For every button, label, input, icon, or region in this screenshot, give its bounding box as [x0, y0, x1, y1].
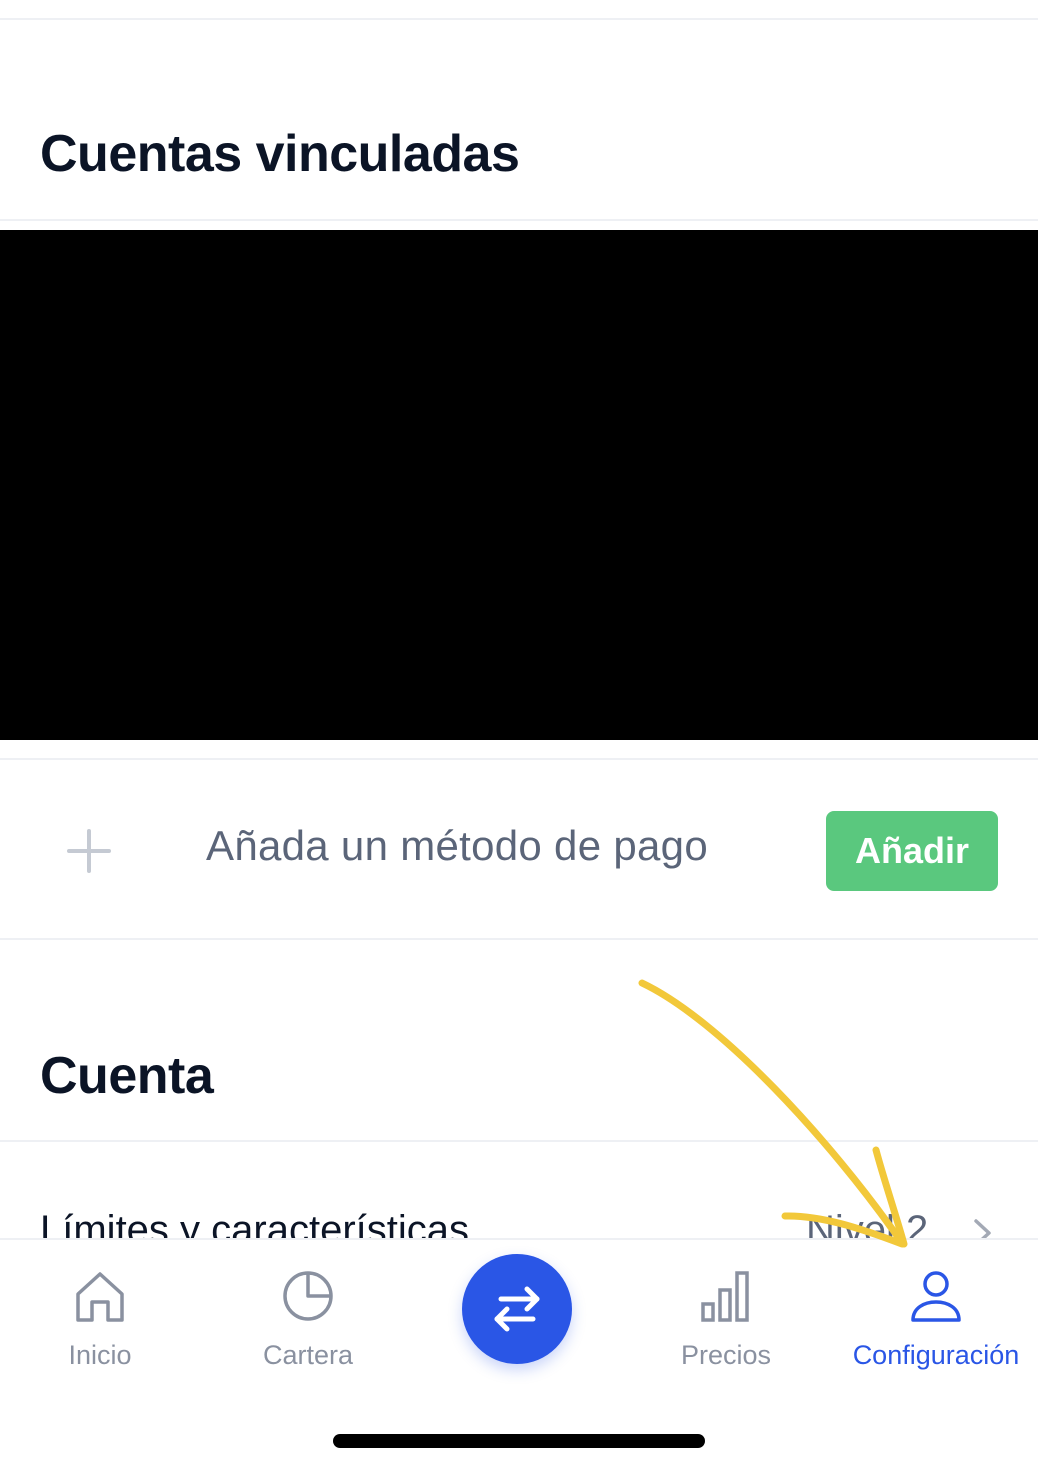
bar-chart-icon	[701, 1271, 749, 1322]
limits-features-row[interactable]: Límites y características Nivel 2	[0, 1144, 1038, 1238]
section-divider	[0, 938, 1038, 940]
limits-level-value: Nivel 2	[806, 1208, 929, 1238]
add-payment-method-label: Añada un método de pago	[206, 822, 708, 869]
tab-precios[interactable]: Precios	[626, 1240, 826, 1390]
plus-icon	[67, 829, 111, 873]
section-divider	[0, 219, 1038, 221]
section-divider	[0, 758, 1038, 760]
tab-label: Cartera	[262, 1340, 354, 1370]
add-button[interactable]: Añadir	[826, 811, 998, 891]
user-icon	[911, 1271, 961, 1322]
account-title: Cuenta	[40, 1047, 214, 1105]
settings-screen: Cuentas vinculadas Añada un método de pa…	[0, 0, 1038, 1472]
tab-configuracion[interactable]: Configuración	[834, 1240, 1038, 1390]
linked-accounts-title: Cuentas vinculadas	[40, 125, 520, 183]
trade-button[interactable]	[462, 1254, 572, 1364]
redacted-linked-accounts	[0, 230, 1038, 740]
tab-label: Configuración	[852, 1340, 1020, 1370]
tab-label: Inicio	[68, 1340, 132, 1370]
limits-features-label: Límites y características	[40, 1208, 470, 1238]
swap-arrows-icon	[494, 1286, 540, 1332]
tab-label: Precios	[680, 1340, 772, 1370]
tab-cartera[interactable]: Cartera	[208, 1240, 408, 1390]
chevron-right-icon	[974, 1219, 991, 1238]
pie-chart-icon	[283, 1271, 333, 1321]
section-divider	[0, 1140, 1038, 1142]
home-indicator	[333, 1434, 705, 1448]
tab-inicio[interactable]: Inicio	[0, 1240, 200, 1390]
home-icon	[76, 1272, 124, 1322]
top-divider	[0, 18, 1038, 20]
